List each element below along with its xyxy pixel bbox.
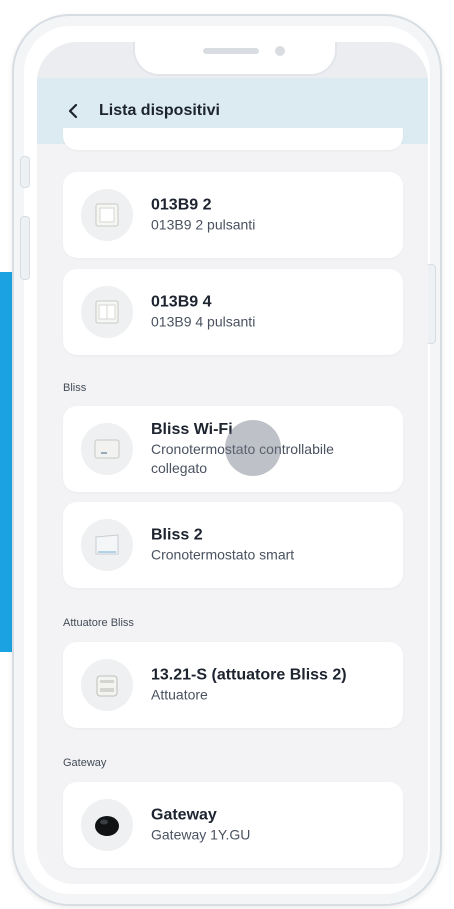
- device-description: Gateway 1Y.GU: [151, 826, 251, 843]
- switch-4-button-icon: [81, 286, 133, 338]
- device-card[interactable]: 13.21-S (attuatore Bliss 2) Attuatore: [63, 642, 403, 728]
- device-name: Gateway: [151, 806, 217, 824]
- device-name: 13.21-S (attuatore Bliss 2): [151, 666, 347, 684]
- device-name: 013B9 4: [151, 293, 212, 311]
- section-title: Attuatore Bliss: [63, 617, 134, 629]
- device-description: Attuatore: [151, 686, 208, 703]
- actuator-icon: [81, 659, 133, 711]
- switch-2-button-icon: [81, 189, 133, 241]
- thermostat-icon: [81, 423, 133, 475]
- section-title: Gateway: [63, 757, 107, 769]
- speaker-icon: [203, 48, 259, 54]
- back-button[interactable]: [55, 93, 91, 129]
- chevron-left-icon: [68, 103, 78, 119]
- device-name: 013B9 2: [151, 196, 212, 214]
- phone-side-button: [20, 216, 30, 280]
- device-description: 013B9 4 pulsanti: [151, 313, 256, 330]
- device-card[interactable]: Bliss 2 Cronotermostato smart: [63, 502, 403, 588]
- device-card[interactable]: Gateway Gateway 1Y.GU: [63, 782, 403, 868]
- status-bar: [37, 42, 428, 78]
- phone-notch: [133, 42, 337, 76]
- smart-thermostat-icon: [81, 519, 133, 571]
- section-title: Bliss: [63, 382, 87, 394]
- touch-indicator: [225, 420, 281, 476]
- page-title: Lista dispositivi: [99, 102, 220, 119]
- gateway-icon: [81, 799, 133, 851]
- device-description: 013B9 2 pulsanti: [151, 216, 256, 233]
- list-item[interactable]: [63, 128, 403, 150]
- device-card[interactable]: 013B9 4 013B9 4 pulsanti: [63, 269, 403, 355]
- device-name: Bliss 2: [151, 526, 203, 544]
- phone-side-button: [20, 156, 30, 188]
- device-card[interactable]: 013B9 2 013B9 2 pulsanti: [63, 172, 403, 258]
- camera-icon: [275, 46, 285, 56]
- device-description: Cronotermostato smart: [151, 546, 295, 563]
